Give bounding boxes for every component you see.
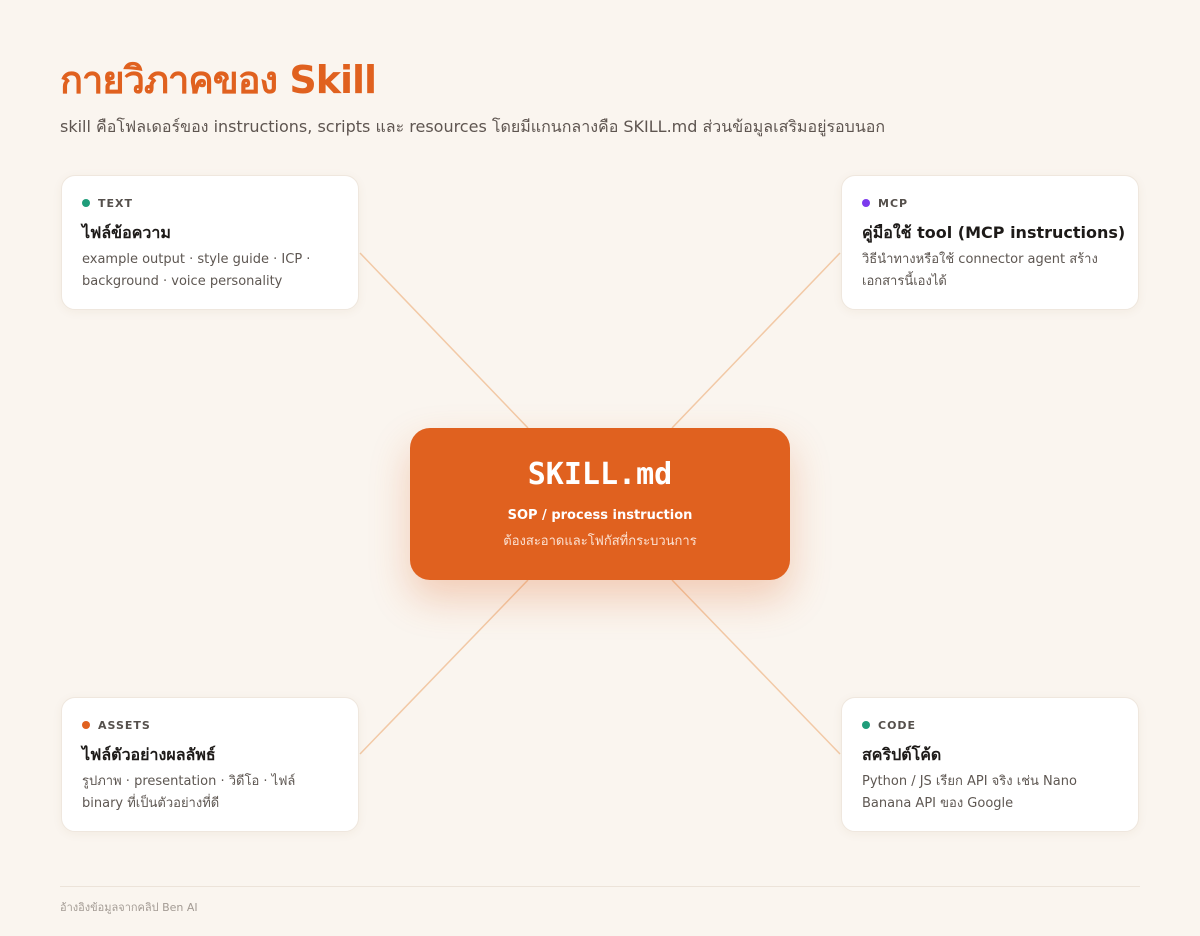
card-tag-label: CODE [878,718,917,732]
skill-core-title: SKILL.md [527,457,673,492]
skill-core-subtitle: SOP / process instruction [507,508,693,523]
card-description: รูปภาพ · presentation · วิดีโอ · ไฟล์ bi… [82,774,296,811]
connector-mcp [671,252,841,429]
card-assets: ASSETS ไฟล์ตัวอย่างผลลัพธ์ รูปภาพ · pres… [61,697,359,832]
status-dot-icon [862,199,870,207]
card-tag: MCP [862,196,1118,210]
card-title: ไฟล์ตัวอย่างผลลัพธ์ [82,745,216,764]
connector-assets [359,579,529,755]
card-description: Python / JS เรียก API จริง เช่น Nano Ban… [862,774,1077,811]
skill-core-box: SKILL.md SOP / process instruction ต้องส… [410,428,790,580]
skill-core-note: ต้องสะอาดและโฟกัสที่กระบวนการ [503,534,697,549]
connector-code [671,579,841,755]
footer-divider [60,886,1140,887]
footer-source: อ้างอิงข้อมูลจากคลิป Ben AI [60,901,198,914]
card-tag: ASSETS [82,718,338,732]
card-tag-label: TEXT [98,196,134,210]
card-tag-label: MCP [878,196,909,210]
card-title: คู่มือใช้ tool (MCP instructions) [862,223,1126,242]
status-dot-icon [82,721,90,729]
card-tag-label: ASSETS [98,718,151,732]
card-mcp: MCP คู่มือใช้ tool (MCP instructions) วิ… [841,175,1139,310]
card-tag: CODE [862,718,1118,732]
connector-text [359,252,529,429]
card-description: วิธีนำทางหรือใช้ connector agent สร้างเอ… [862,252,1098,289]
status-dot-icon [82,199,90,207]
card-tag: TEXT [82,196,338,210]
card-text: TEXT ไฟล์ข้อความ example output · style … [61,175,359,310]
card-description: example output · style guide · ICP · bac… [82,252,311,289]
status-dot-icon [862,721,870,729]
card-title: สคริปต์โค้ด [862,745,942,764]
card-code: CODE สคริปต์โค้ด Python / JS เรียก API จ… [841,697,1139,832]
card-title: ไฟล์ข้อความ [82,223,171,242]
